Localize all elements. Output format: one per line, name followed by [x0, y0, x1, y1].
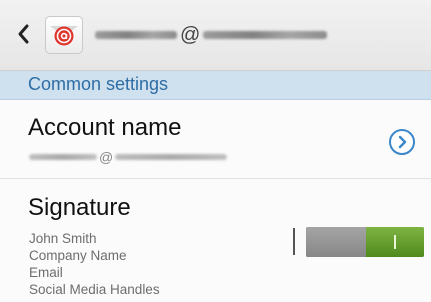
account-at-sign: @ — [99, 149, 114, 165]
account-name-label: Account name — [28, 114, 182, 141]
toggle-track — [306, 227, 366, 257]
toggle-on-mark — [394, 235, 396, 249]
redacted-domain — [203, 31, 328, 39]
email-settings-screen: @ Common settings Account name @ Signatu… — [0, 0, 431, 302]
back-button[interactable] — [10, 18, 36, 50]
signature-line-name: John Smith — [29, 231, 97, 246]
toggle-divider — [293, 228, 295, 255]
signature-label: Signature — [28, 194, 131, 221]
account-name-row[interactable]: Account name @ — [0, 100, 431, 179]
account-name-value: @ — [29, 149, 228, 165]
signature-toggle[interactable] — [306, 227, 424, 257]
action-bar: @ — [0, 0, 431, 71]
signature-preview: John Smith Company Name Email Social Med… — [29, 230, 160, 298]
signature-line-social: Social Media Handles — [29, 282, 160, 297]
chevron-left-icon — [18, 24, 29, 44]
title-at-sign: @ — [180, 24, 201, 46]
section-header: Common settings — [0, 71, 431, 100]
redacted-account-domain — [115, 154, 228, 160]
section-header-label: Common settings — [28, 74, 169, 94]
chevron-right-circle-icon[interactable] — [389, 129, 415, 155]
signature-line-company: Company Name — [29, 248, 127, 263]
redacted-username — [95, 31, 177, 39]
email-app-icon[interactable] — [45, 16, 83, 54]
signature-line-email: Email — [29, 265, 63, 280]
account-title: @ — [95, 22, 328, 48]
signature-row[interactable]: Signature John Smith Company Name Email … — [0, 179, 431, 302]
redacted-account-user — [29, 154, 97, 160]
email-envelope-icon — [50, 26, 78, 46]
chevron-right-icon — [398, 135, 407, 149]
toggle-thumb[interactable] — [366, 227, 424, 257]
